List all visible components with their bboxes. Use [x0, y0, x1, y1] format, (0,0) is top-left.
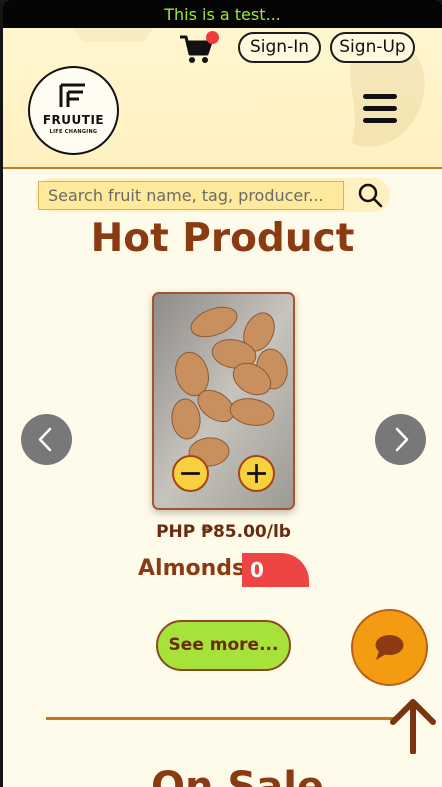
see-more-button[interactable]: See more...	[156, 620, 291, 671]
search-icon[interactable]	[355, 181, 385, 210]
cart-notification-dot	[206, 31, 219, 44]
search-bar	[35, 178, 390, 212]
section-divider	[46, 717, 398, 720]
chat-button[interactable]	[351, 609, 428, 686]
brand-logo[interactable]: FRUUTIE LIFE CHANGING	[28, 66, 119, 155]
chevron-right-icon	[395, 427, 409, 452]
arrow-up-icon[interactable]	[387, 694, 439, 754]
logo-tagline: LIFE CHANGING	[49, 129, 98, 135]
header: Sign-In Sign-Up FRUUTIE LIFE CHANGING	[3, 28, 442, 169]
logo-name: FRUUTIE	[42, 113, 105, 127]
search-input[interactable]	[38, 181, 344, 210]
chat-bubble-icon	[375, 635, 404, 660]
quantity-badge: 0	[242, 553, 309, 587]
increase-quantity-button[interactable]	[238, 455, 275, 492]
product-name[interactable]: Almonds	[138, 556, 245, 581]
logo-f-icon	[59, 83, 85, 107]
carousel-next-button[interactable]	[375, 414, 426, 465]
product-price: PHP ₱85.00/lb	[156, 522, 291, 542]
sign-up-button[interactable]: Sign-Up	[330, 32, 415, 63]
product-card[interactable]	[152, 292, 295, 510]
next-section-title: On Sale	[151, 764, 325, 787]
chevron-left-icon	[38, 427, 52, 452]
announcement-bar: This is a test...	[3, 0, 442, 28]
app-frame: This is a test... Sign-In Sign-Up FRUUTI…	[3, 0, 442, 787]
sign-in-button[interactable]: Sign-In	[238, 32, 321, 63]
hamburger-menu-icon[interactable]	[363, 94, 399, 124]
decrease-quantity-button[interactable]	[172, 455, 209, 492]
carousel-prev-button[interactable]	[21, 414, 72, 465]
section-title: Hot Product	[90, 216, 355, 261]
